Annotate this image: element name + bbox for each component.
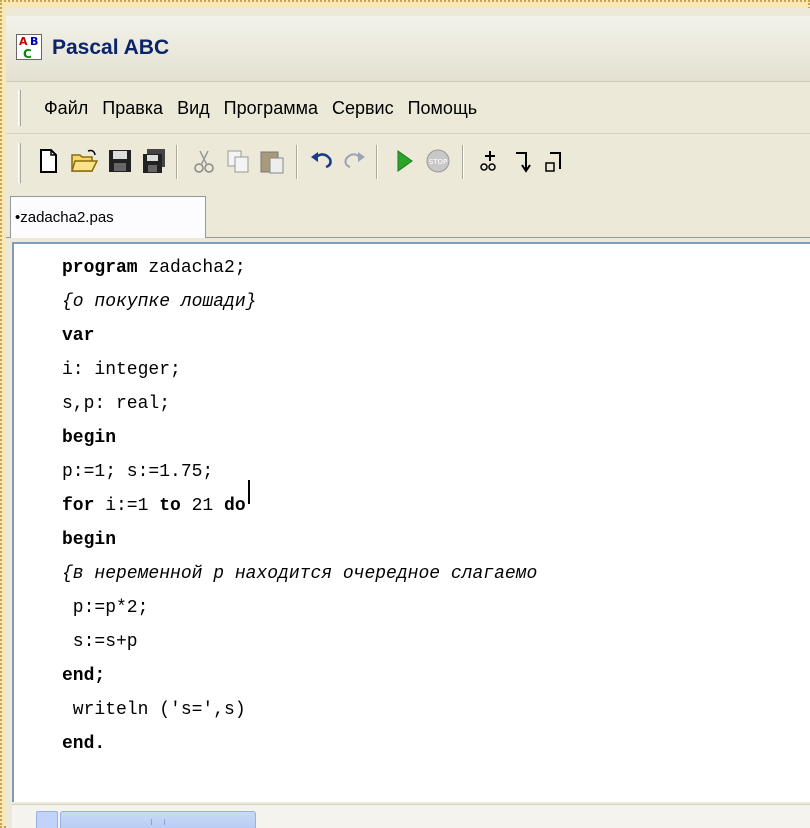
- menu-view[interactable]: Вид: [177, 98, 210, 119]
- code-line[interactable]: {в нeременной p находится очередное слаг…: [62, 564, 537, 584]
- tab-zadacha2[interactable]: •zadacha2.pas: [10, 196, 206, 238]
- code-editor[interactable]: program zadacha2; {о покупке лошади} var i:…: [12, 242, 810, 802]
- code-comment: {о покупке лошади}: [62, 292, 257, 312]
- toolbar-separator: [462, 145, 464, 179]
- code-keyword: end.: [62, 734, 106, 754]
- code-line[interactable]: begin: [62, 530, 116, 550]
- code-line[interactable]: begin: [62, 428, 116, 448]
- menu-bar: Файл Правка Вид Программа Сервис Помощь: [6, 82, 810, 134]
- code-line[interactable]: writeln ('s=',s): [62, 700, 246, 720]
- menu-help[interactable]: Помощь: [408, 98, 478, 119]
- scroll-thumb[interactable]: [60, 811, 256, 828]
- run-icon[interactable]: [390, 147, 418, 175]
- save-icon[interactable]: [106, 147, 134, 175]
- code-line[interactable]: p:=p*2;: [62, 598, 149, 618]
- toolbar-grip: [18, 143, 21, 183]
- code-line[interactable]: for i:=1 to 21 do: [62, 496, 246, 516]
- redo-icon[interactable]: [340, 147, 368, 175]
- code-text: zadacha2;: [137, 258, 246, 278]
- code-keyword: end;: [62, 666, 106, 686]
- text-cursor: [248, 480, 250, 504]
- toolbar-separator: [296, 145, 298, 179]
- copy-icon[interactable]: [224, 147, 252, 175]
- code-line[interactable]: var: [62, 326, 94, 346]
- app-icon: A B C: [16, 34, 42, 61]
- code-line[interactable]: end;: [62, 666, 105, 686]
- code-text: writeln ('s=',s): [62, 700, 246, 720]
- window-title: Pascal ABC: [52, 36, 170, 59]
- step-out-icon[interactable]: [542, 147, 570, 175]
- pascal-abc-window: A B C Pascal ABC Файл Правка Вид Програм…: [6, 8, 810, 828]
- save-all-icon[interactable]: [140, 147, 168, 175]
- paste-icon[interactable]: [258, 147, 286, 175]
- horizontal-scrollbar[interactable]: [12, 804, 810, 828]
- code-keyword: to: [159, 496, 181, 516]
- code-text: p:=1; s:=1.75;: [62, 462, 214, 482]
- code-line[interactable]: program zadacha2;: [62, 258, 246, 278]
- code-comment: {в нeременной p находится очередное слаг…: [62, 564, 538, 584]
- menu-grip: [18, 90, 21, 126]
- scroll-left-button[interactable]: [36, 811, 58, 828]
- code-text: s,p: real;: [62, 394, 171, 414]
- code-line[interactable]: s:=s+p: [62, 632, 138, 652]
- open-folder-icon[interactable]: [70, 147, 98, 175]
- step-into-icon[interactable]: [510, 147, 538, 175]
- code-line[interactable]: p:=1; s:=1.75;: [62, 462, 213, 482]
- code-line[interactable]: i: integer;: [62, 360, 181, 380]
- code-keyword: do: [224, 496, 246, 516]
- step-over-icon[interactable]: [476, 147, 504, 175]
- editor-tab-strip: •zadacha2.pas: [6, 192, 810, 238]
- code-keyword: begin: [62, 530, 117, 550]
- code-text: p:=p*2;: [62, 598, 149, 618]
- menu-program[interactable]: Программа: [224, 98, 318, 119]
- title-bar: A B C Pascal ABC: [6, 16, 810, 82]
- code-text: s:=s+p: [62, 632, 138, 652]
- code-keyword: var: [62, 326, 95, 346]
- toolbar-separator: [176, 145, 178, 179]
- code-text: i:=1: [94, 496, 160, 516]
- code-line[interactable]: s,p: real;: [62, 394, 170, 414]
- toolbar: STOP: [6, 135, 810, 191]
- cut-icon[interactable]: [190, 147, 218, 175]
- new-file-icon[interactable]: [34, 147, 62, 175]
- menu-service[interactable]: Сервис: [332, 98, 394, 119]
- menu-file[interactable]: Файл: [44, 98, 88, 119]
- svg-text:STOP: STOP: [429, 158, 447, 166]
- stop-icon[interactable]: STOP: [424, 147, 452, 175]
- code-keyword: begin: [62, 428, 117, 448]
- code-line[interactable]: {о покупке лошади}: [62, 292, 256, 312]
- code-keyword: program: [62, 258, 138, 278]
- code-text: 21: [180, 496, 225, 516]
- toolbar-separator: [376, 145, 378, 179]
- undo-icon[interactable]: [308, 147, 336, 175]
- code-text: i: integer;: [62, 360, 181, 380]
- code-keyword: for: [62, 496, 95, 516]
- menu-edit[interactable]: Правка: [102, 98, 163, 119]
- app-icon-letter-c: C: [23, 47, 32, 61]
- code-line[interactable]: end.: [62, 734, 105, 754]
